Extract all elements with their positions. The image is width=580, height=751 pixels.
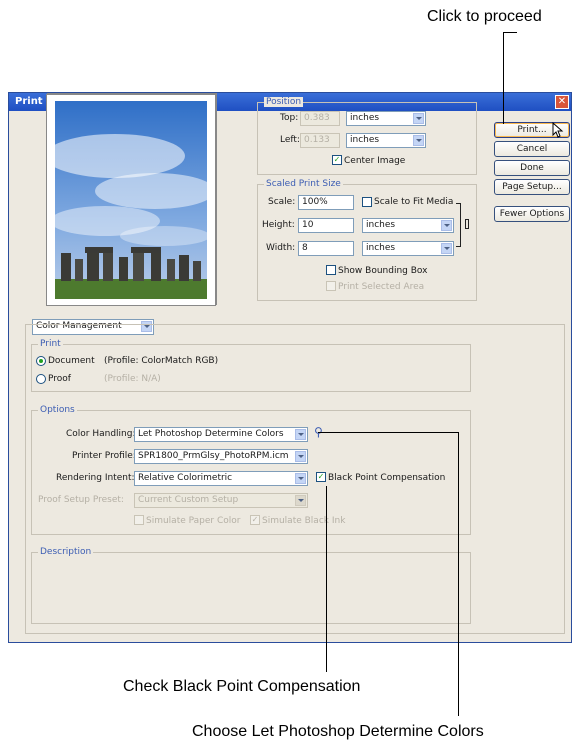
description-group: Description	[31, 547, 471, 624]
proof-radio[interactable]	[36, 374, 46, 384]
leader-line-color-handling	[458, 432, 459, 716]
fewer-options-button[interactable]: Fewer Options	[494, 206, 570, 222]
rendering-intent-label: Rendering Intent:	[56, 473, 135, 483]
left-label: Left:	[280, 135, 300, 145]
color-handling-select[interactable]: Let Photoshop Determine Colors	[134, 427, 308, 442]
chevron-down-icon[interactable]	[441, 220, 452, 231]
chevron-down-icon[interactable]	[295, 429, 306, 440]
chevron-down-icon[interactable]	[441, 243, 452, 254]
proof-label: Proof	[48, 374, 71, 384]
chevron-down-icon[interactable]	[413, 113, 424, 124]
description-label: Description	[38, 547, 94, 557]
scaled-group-label: Scaled Print Size	[264, 179, 343, 189]
left-field[interactable]: 0.133	[300, 133, 340, 148]
options-group: Options Color Handling: Let Photoshop De…	[31, 405, 471, 535]
print-group: Print Document (Profile: ColorMatch RGB)…	[31, 339, 471, 392]
leader-line-proceed-h	[503, 32, 517, 33]
options-group-label: Options	[38, 405, 77, 415]
proof-setup-select[interactable]: Current Custom Setup	[134, 493, 308, 508]
document-profile-label: (Profile: ColorMatch RGB)	[104, 356, 219, 366]
scaled-print-size-group: Scaled Print Size Scale: 100% Scale to F…	[257, 179, 477, 301]
bounding-box-label: Show Bounding Box	[338, 266, 428, 276]
top-label: Top:	[280, 113, 299, 123]
leader-line-color-handling-h	[318, 432, 459, 433]
position-group: Position Top: 0.383 inches Left: 0.133 i…	[257, 97, 477, 175]
simulate-paper-label: Simulate Paper Color	[146, 516, 241, 526]
page-setup-button[interactable]: Page Setup...	[494, 179, 570, 195]
chevron-down-icon[interactable]	[295, 495, 306, 506]
black-point-label: Black Point Compensation	[328, 473, 446, 483]
rendering-intent-select[interactable]: Relative Colorimetric	[134, 471, 308, 486]
width-label: Width:	[266, 243, 296, 253]
done-button[interactable]: Done	[494, 160, 570, 176]
simulate-ink-checkbox[interactable]: ✓	[250, 515, 260, 525]
bounding-box-checkbox[interactable]	[326, 265, 336, 275]
width-field[interactable]: 8	[298, 241, 354, 256]
color-handling-label: Color Handling:	[66, 429, 136, 439]
leader-line-black-point	[326, 486, 327, 672]
print-selected-checkbox[interactable]	[326, 281, 336, 291]
print-preview-image	[46, 94, 216, 306]
position-group-label: Position	[264, 97, 304, 107]
simulate-ink-label: Simulate Black Ink	[262, 516, 346, 526]
chevron-down-icon[interactable]	[413, 135, 424, 146]
height-label: Height:	[262, 220, 295, 230]
left-unit-select[interactable]: inches	[346, 133, 426, 148]
rendering-intent-value: Relative Colorimetric	[138, 473, 233, 483]
chevron-down-icon[interactable]	[295, 473, 306, 484]
window-title: Print	[15, 96, 43, 107]
black-point-checkbox[interactable]: ✓	[316, 472, 326, 482]
print-group-label: Print	[38, 339, 63, 349]
callout-click-to-proceed: Click to proceed	[427, 8, 542, 25]
scale-label: Scale:	[268, 197, 296, 207]
width-unit-value: inches	[366, 243, 396, 253]
cursor-icon	[552, 122, 564, 138]
callout-color-handling: Choose Let Photoshop Determine Colors	[192, 723, 484, 740]
leader-line-proceed	[503, 32, 504, 124]
printer-profile-label: Printer Profile:	[72, 451, 136, 461]
height-unit-select[interactable]: inches	[362, 218, 454, 233]
top-unit-select[interactable]: inches	[346, 111, 426, 126]
width-unit-select[interactable]: inches	[362, 241, 454, 256]
callout-black-point: Check Black Point Compensation	[123, 678, 361, 695]
constrain-bracket	[456, 203, 461, 247]
link-icon[interactable]	[465, 219, 469, 229]
top-unit-value: inches	[350, 113, 380, 123]
chevron-down-icon[interactable]	[295, 451, 306, 462]
center-image-checkbox[interactable]: ✓	[332, 155, 342, 165]
proof-profile-label: (Profile: N/A)	[104, 374, 161, 384]
scale-field[interactable]: 100%	[298, 195, 354, 210]
proof-setup-label: Proof Setup Preset:	[38, 495, 124, 505]
center-image-label: Center Image	[344, 156, 406, 166]
printer-profile-select[interactable]: SPR1800_PrmGlsy_PhotoRPM.icm	[134, 449, 308, 464]
print-selected-label: Print Selected Area	[338, 282, 425, 292]
height-field[interactable]: 10	[298, 218, 354, 233]
scale-to-fit-label: Scale to Fit Media	[374, 197, 454, 207]
stonehenge-photo	[55, 101, 207, 299]
color-handling-value: Let Photoshop Determine Colors	[138, 429, 284, 439]
printer-profile-value: SPR1800_PrmGlsy_PhotoRPM.icm	[138, 451, 289, 461]
close-icon[interactable]: ✕	[555, 95, 569, 109]
document-label: Document	[48, 356, 95, 366]
proof-setup-value: Current Custom Setup	[138, 495, 239, 505]
cancel-button[interactable]: Cancel	[494, 141, 570, 157]
scale-to-fit-checkbox[interactable]	[362, 197, 372, 207]
height-unit-value: inches	[366, 220, 396, 230]
left-unit-value: inches	[350, 135, 380, 145]
document-radio[interactable]	[36, 356, 46, 366]
simulate-paper-checkbox[interactable]	[134, 515, 144, 525]
top-field[interactable]: 0.383	[300, 111, 340, 126]
